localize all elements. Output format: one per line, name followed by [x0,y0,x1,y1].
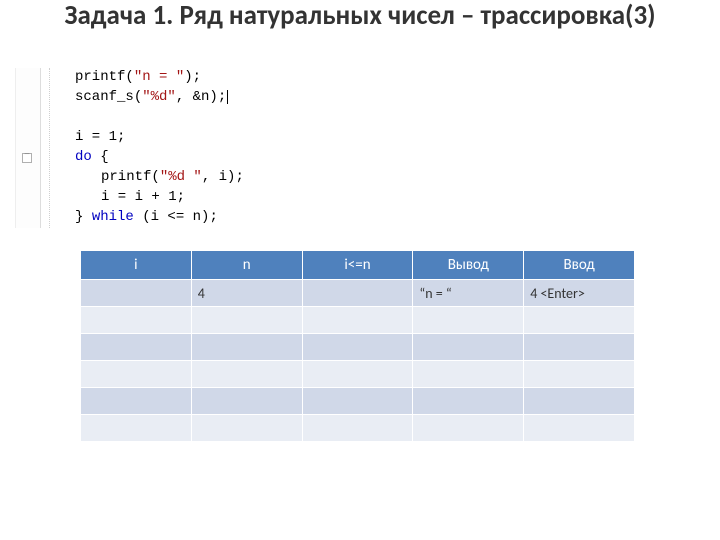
string-literal: "%d" [142,89,176,105]
gutter-marker [15,128,41,148]
code-text: scanf_s("%d", &n); [41,88,228,108]
cell [524,307,635,334]
keyword: do [75,149,92,165]
indent-guide [49,68,50,228]
cell [413,307,524,334]
cell [191,307,302,334]
code-text: printf("%d ", i); [41,168,244,188]
gutter-marker [15,208,41,228]
cell [81,388,192,415]
code-text: i = 1; [41,128,125,148]
code-text: i = i + 1; [41,188,185,208]
cell [81,361,192,388]
table-body: 4 “n = “ 4 <Enter> [81,280,635,442]
code-line: do { [15,148,320,168]
string-literal: "n = " [134,69,184,85]
table-row [81,361,635,388]
table-row [81,415,635,442]
cell [81,307,192,334]
cell [302,307,413,334]
code-line: i = 1; [15,128,320,148]
col-input: Ввод [524,251,635,280]
keyword: while [92,209,134,225]
code-line: scanf_s("%d", &n); [15,88,320,108]
cell: “n = “ [413,280,524,307]
code-text: printf("n = "); [41,68,201,88]
text-cursor [227,90,228,104]
cell: 4 [191,280,302,307]
code-listing: printf("n = "); scanf_s("%d", &n); i = 1… [15,68,320,228]
cell [191,361,302,388]
cell [302,361,413,388]
code-line-blank [15,108,320,128]
cell [191,415,302,442]
cell [302,334,413,361]
code-fragment: (i <= n); [134,209,218,225]
slide-title: Задача 1. Ряд натуральных чисел – трасси… [0,0,720,37]
string-literal: "%d " [160,169,202,185]
cell [413,334,524,361]
cell [413,388,524,415]
col-output: Вывод [413,251,524,280]
table-row [81,307,635,334]
slide: Задача 1. Ряд натуральных чисел – трасси… [0,0,720,540]
fn-name: printf [101,169,151,185]
code-fragment: , i); [202,169,244,185]
cell [81,280,192,307]
code-line: printf("%d ", i); [15,168,320,188]
fn-name: printf [75,69,125,85]
gutter-marker [15,88,41,108]
cell [81,415,192,442]
cell [413,361,524,388]
gutter-marker [15,168,41,188]
table-header: i n i<=n Вывод Ввод [81,251,635,280]
col-n: n [191,251,302,280]
code-fragment: , &n); [176,89,226,105]
cell [191,334,302,361]
trace-table: i n i<=n Вывод Ввод 4 “n = “ 4 <Enter> [80,250,635,442]
code-text [41,108,83,128]
cell [302,280,413,307]
cell: 4 <Enter> [524,280,635,307]
cell [191,388,302,415]
code-text: do { [41,148,109,168]
table-row [81,334,635,361]
cell [524,361,635,388]
code-line: printf("n = "); [15,68,320,88]
col-i: i [81,251,192,280]
code-line: i = i + 1; [15,188,320,208]
cell [524,388,635,415]
fn-name: scanf_s [75,89,134,105]
code-fragment: } [75,209,92,225]
code-line: } while (i <= n); [15,208,320,228]
cell [81,334,192,361]
gutter-marker [15,68,41,88]
fold-icon[interactable] [15,148,41,168]
cell [524,334,635,361]
gutter-marker [15,108,41,128]
code-fragment: { [92,149,109,165]
cell [413,415,524,442]
table-row: 4 “n = “ 4 <Enter> [81,280,635,307]
gutter-marker [15,188,41,208]
cell [302,388,413,415]
table-row [81,388,635,415]
col-cond: i<=n [302,251,413,280]
code-text: } while (i <= n); [41,208,218,228]
cell [524,415,635,442]
cell [302,415,413,442]
